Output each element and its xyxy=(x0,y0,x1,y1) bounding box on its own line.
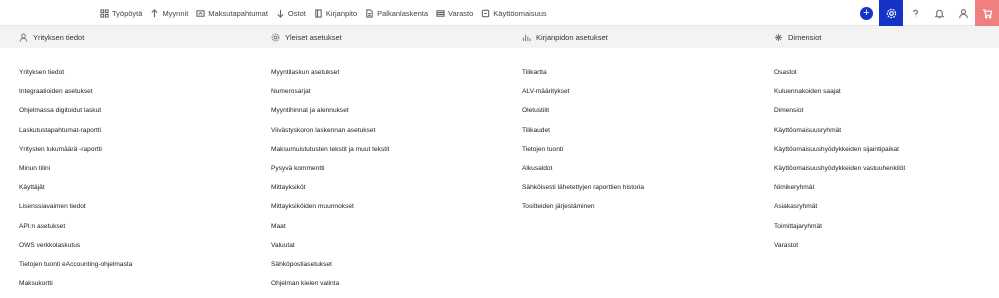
settings-link[interactable]: Numerosarjat xyxy=(271,87,389,106)
settings-link[interactable]: Mittayksiköt xyxy=(271,183,389,202)
nav-label: Palkanlaskenta xyxy=(377,8,428,18)
settings-link[interactable]: Oletustilit xyxy=(522,106,644,125)
section-heading-dimensions: Dimensiot xyxy=(774,26,821,48)
nav-item-palkanlaskenta[interactable]: Palkanlaskenta xyxy=(365,0,428,26)
settings-link[interactable]: Kuluennakoiden saajat xyxy=(774,87,905,106)
settings-link[interactable]: Minun tilini xyxy=(19,164,132,183)
nav-label: Myynnit xyxy=(162,8,189,18)
settings-link[interactable]: Myyntihinnat ja alennukset xyxy=(271,106,389,125)
cart-icon xyxy=(982,8,992,18)
settings-link[interactable]: Asiakasryhmät xyxy=(774,202,905,221)
nav-item-ostot[interactable]: Ostot xyxy=(276,0,306,26)
main-nav: Työpöytä Myynnit Maksutapahtumat Ostot K… xyxy=(100,0,555,26)
arrow-up-icon xyxy=(151,8,159,17)
settings-link[interactable]: Valuutat xyxy=(271,241,389,260)
settings-link[interactable]: Myyntilaskun asetukset xyxy=(271,68,389,87)
general-settings-list: Myyntilaskun asetukset Numerosarjat Myyn… xyxy=(271,68,389,298)
gear-icon xyxy=(886,8,896,18)
settings-link[interactable]: Tietojen tuonti eAccounting-ohjelmasta xyxy=(19,260,132,279)
settings-link[interactable]: Maksumuistutusten tekstit ja muut teksti… xyxy=(271,145,389,164)
bar-chart-icon xyxy=(522,34,531,41)
user-icon xyxy=(19,33,28,42)
warehouse-icon xyxy=(436,9,445,17)
company-logo[interactable] xyxy=(0,3,60,21)
settings-link[interactable]: OWS verkkolaskutus xyxy=(19,241,132,260)
accounting-settings-list: Tilikartta ALV-määritykset Oletustilit T… xyxy=(522,68,644,222)
nav-item-kayttoomaisuus[interactable]: Käyttöomaisuus xyxy=(481,0,547,26)
nav-item-maksutapahtumat[interactable]: Maksutapahtumat xyxy=(196,0,268,26)
nav-label: Maksutapahtumat xyxy=(208,8,268,18)
help-icon xyxy=(912,9,918,17)
settings-link[interactable]: Lisenssiavaimen tiedot xyxy=(19,202,132,221)
settings-link[interactable]: Sähköpostiasetukset xyxy=(271,260,389,279)
bell-icon xyxy=(933,9,945,18)
cart-button[interactable] xyxy=(975,0,999,26)
nav-item-varasto[interactable]: Varasto xyxy=(436,0,473,26)
nav-item-myynnit[interactable]: Myynnit xyxy=(150,0,188,26)
settings-link[interactable]: Alkusaldot xyxy=(522,164,644,183)
section-heading-accounting: Kirjanpidon asetukset xyxy=(522,26,608,48)
settings-link[interactable]: Käyttöomaisuushyödykkeiden sijaintipaika… xyxy=(774,145,905,164)
section-heading-label: Yleiset asetukset xyxy=(285,32,342,42)
settings-link[interactable]: Nimikeryhmät xyxy=(774,183,905,202)
section-heading-company: Yrityksen tiedot xyxy=(19,26,84,48)
dimensions-settings-list: Osastot Kuluennakoiden saajat Dimensiot … xyxy=(774,68,905,260)
section-heading-label: Yrityksen tiedot xyxy=(33,32,85,42)
settings-link[interactable]: Käyttöomaisuushyödykkeiden vastuuhenkilö… xyxy=(774,164,905,183)
gear-icon xyxy=(271,33,280,41)
settings-link[interactable]: Laskutustapahtumat-raportti xyxy=(19,126,132,145)
settings-link[interactable]: Varastot xyxy=(774,241,905,260)
topbar-actions: + xyxy=(860,0,999,26)
settings-link[interactable]: Viivästyskoron laskennan asetukset xyxy=(271,126,389,145)
settings-link[interactable]: Maat xyxy=(271,222,389,241)
section-heading-label: Dimensiot xyxy=(788,32,822,42)
settings-link[interactable]: Yrityksen tiedot xyxy=(19,68,132,87)
fixed-assets-icon xyxy=(482,9,490,17)
nav-label: Ostot xyxy=(287,8,306,18)
nav-label: Käyttöomaisuus xyxy=(493,8,547,18)
settings-link[interactable]: Integraatioiden asetukset xyxy=(19,87,132,106)
book-icon xyxy=(315,8,322,18)
profile-button[interactable] xyxy=(951,0,975,26)
settings-link[interactable]: Ohjelman kielen valinta xyxy=(271,279,389,298)
nav-item-tyopoyta[interactable]: Työpöytä xyxy=(100,0,142,26)
section-heading-general: Yleiset asetukset xyxy=(271,26,342,48)
user-icon xyxy=(958,8,968,18)
settings-link[interactable]: Pysyvä kommentti xyxy=(271,164,389,183)
payroll-icon xyxy=(366,8,373,18)
dimensions-icon xyxy=(774,33,783,41)
nav-label: Varasto xyxy=(448,8,474,18)
nav-label: Työpöytä xyxy=(112,8,143,18)
settings-link[interactable]: Toimittajaryhmät xyxy=(774,222,905,241)
settings-link[interactable]: Mittayksiköiden muunnokset xyxy=(271,202,389,221)
settings-link[interactable]: Käyttäjät xyxy=(19,183,132,202)
nav-item-kirjanpito[interactable]: Kirjanpito xyxy=(314,0,357,26)
settings-link[interactable]: Osastot xyxy=(774,68,905,87)
settings-link[interactable]: Dimensiot xyxy=(774,106,905,125)
notifications-button[interactable] xyxy=(927,0,951,26)
settings-link[interactable]: ALV-määritykset xyxy=(522,87,644,106)
top-navigation-bar: Työpöytä Myynnit Maksutapahtumat Ostot K… xyxy=(0,0,999,26)
settings-link[interactable]: Sähköisesti lähetettyjen raporttien hist… xyxy=(522,183,644,202)
settings-link[interactable]: Tilikartta xyxy=(522,68,644,87)
dashboard-icon xyxy=(100,8,109,18)
settings-button[interactable] xyxy=(879,0,903,26)
nav-label: Kirjanpito xyxy=(325,8,358,18)
help-button[interactable] xyxy=(903,0,927,26)
settings-link[interactable]: Yritysten lukumäärä -raportti xyxy=(19,145,132,164)
section-header-row: Yrityksen tiedot Yleiset asetukset Kirja… xyxy=(0,26,999,48)
add-button[interactable]: + xyxy=(860,6,873,20)
bank-transactions-icon xyxy=(196,9,205,17)
settings-link[interactable]: Maksukortti xyxy=(19,279,132,298)
settings-link[interactable]: Käyttöomaisuusryhmät xyxy=(774,126,905,145)
settings-link[interactable]: Tietojen tuonti xyxy=(522,145,644,164)
company-settings-list: Yrityksen tiedot Integraatioiden asetuks… xyxy=(19,68,132,298)
settings-link[interactable]: Tilikaudet xyxy=(522,126,644,145)
settings-link[interactable]: API:n asetukset xyxy=(19,222,132,241)
section-heading-label: Kirjanpidon asetukset xyxy=(536,32,608,42)
settings-link[interactable]: Ohjelmassa digitoidut laskut xyxy=(19,106,132,125)
arrow-down-icon xyxy=(277,9,284,18)
settings-link[interactable]: Tositteiden järjestäminen xyxy=(522,202,644,221)
